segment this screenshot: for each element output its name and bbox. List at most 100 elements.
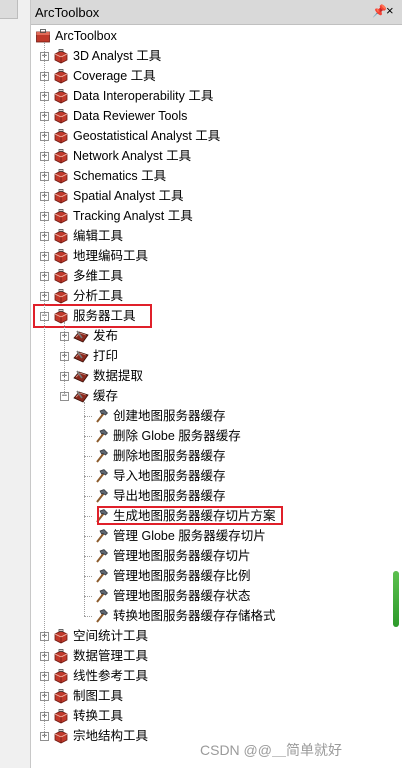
tree-item-label: 线性参考工具 [73, 669, 149, 683]
highlight-box-tiling-scheme [97, 506, 283, 525]
tree-item-toolbox[interactable]: +3D Analyst 工具 [31, 46, 386, 66]
toolbox-icon [53, 248, 69, 264]
tree-connector-line [84, 496, 92, 497]
tree-item-toolbox[interactable]: + Tracking Analyst 工具 [31, 206, 386, 226]
left-dock-strip [0, 0, 31, 768]
tree-item-toolbox[interactable]: + 制图工具 [31, 686, 386, 706]
tree-item-label: 地理编码工具 [73, 249, 149, 263]
tree-item-label: 发布 [93, 329, 119, 343]
tree-connector-line [84, 516, 92, 517]
toolbox-icon [35, 28, 51, 44]
tree-connector-line [84, 576, 92, 577]
tree-item-label: 分析工具 [73, 289, 124, 303]
tree-item-label: Tracking Analyst 工具 [73, 209, 193, 223]
tree-item-label: 转换地图服务器缓存存储格式 [113, 609, 276, 623]
tree-item-label: Data Interoperability 工具 [73, 89, 214, 103]
tree-connector-line [84, 616, 92, 617]
vertical-scrollbar[interactable] [391, 25, 402, 768]
tree-item-label: 多维工具 [73, 269, 124, 283]
close-icon[interactable]: × [386, 3, 394, 18]
toolbox-icon [53, 128, 69, 144]
tree-connector-line [84, 416, 92, 417]
tree-item-label: 管理地图服务器缓存比例 [113, 569, 251, 583]
tree-item-toolbox[interactable]: + 编辑工具 [31, 226, 386, 246]
tree-item-label: 打印 [93, 349, 119, 363]
tree-connector-line [84, 402, 85, 616]
tree-item-label: 导入地图服务器缓存 [113, 469, 226, 483]
tree-item-toolbox[interactable]: + Geostatistical Analyst 工具 [31, 126, 386, 146]
toolbox-icon [53, 208, 69, 224]
toolbox-icon [53, 228, 69, 244]
hammer-tool-icon [93, 468, 109, 484]
toolbox-icon [53, 188, 69, 204]
watermark-text: CSDN @@＿简单就好 [200, 742, 342, 758]
toolbox-icon [53, 168, 69, 184]
toolbox-icon [53, 668, 69, 684]
hammer-tool-icon [93, 608, 109, 624]
tree-item-label: 缓存 [93, 389, 119, 403]
tree-item-label: Spatial Analyst 工具 [73, 189, 184, 203]
tree-item-toolbox[interactable]: + 空间统计工具 [31, 626, 386, 646]
tree-item-toolbox[interactable]: + Spatial Analyst 工具 [31, 186, 386, 206]
tree-item-toolbox[interactable]: + Data Reviewer Tools [31, 106, 386, 126]
tree-item-label: 删除地图服务器缓存 [113, 449, 226, 463]
tree-connector-line [84, 536, 92, 537]
tree-item-toolbox[interactable]: + Coverage 工具 [31, 66, 386, 86]
hammer-tool-icon [93, 488, 109, 504]
toolbox-icon [53, 708, 69, 724]
tree-item-toolbox[interactable]: + 线性参考工具 [31, 666, 386, 686]
toolbox-icon [53, 48, 69, 64]
hammer-tool-icon [93, 548, 109, 564]
tree-item-toolbox[interactable]: + Schematics 工具 [31, 166, 386, 186]
tree-item-label: 管理 Globe 服务器缓存切片 [113, 529, 266, 543]
tree-item-label: 创建地图服务器缓存 [113, 409, 226, 423]
tree-item-toolbox[interactable]: + 多维工具 [31, 266, 386, 286]
panel-title: ArcToolbox [35, 5, 100, 20]
toolbox-icon [53, 688, 69, 704]
tree-item-label: Data Reviewer Tools [73, 109, 188, 123]
hammer-tool-icon [93, 408, 109, 424]
toolbox-tree: ArcToolbox +3D Analyst 工具 + Coverage 工具 + Dat… [31, 25, 391, 768]
tree-item-toolset[interactable]: + 打印 [31, 346, 386, 366]
toolbox-icon [53, 268, 69, 284]
hammer-tool-icon [93, 448, 109, 464]
hammer-tool-icon [93, 588, 109, 604]
tree-item-label: Geostatistical Analyst 工具 [73, 129, 221, 143]
tree-item-toolbox[interactable]: + Network Analyst 工具 [31, 146, 386, 166]
tree-item-toolbox[interactable]: + 转换工具 [31, 706, 386, 726]
tree-item-label: Schematics 工具 [73, 169, 167, 183]
tree-item-toolset[interactable]: + 数据提取 [31, 366, 386, 386]
hammer-tool-icon [93, 428, 109, 444]
tree-item-toolbox[interactable]: + Data Interoperability 工具 [31, 86, 386, 106]
tree-item-toolbox[interactable]: + 数据管理工具 [31, 646, 386, 666]
tree-item-label: 制图工具 [73, 689, 124, 703]
tree-item-label: 编辑工具 [73, 229, 124, 243]
tree-item-label: 管理地图服务器缓存状态 [113, 589, 251, 603]
tree-item-toolbox[interactable]: + 分析工具 [31, 286, 386, 306]
tree-item-toolset[interactable]: + 发布 [31, 326, 386, 346]
tree-connector-line [84, 476, 92, 477]
tree-item-label: 导出地图服务器缓存 [113, 489, 226, 503]
tree-connector-line [84, 556, 92, 557]
toolset-icon [73, 328, 89, 344]
tree-item-label: 管理地图服务器缓存切片 [113, 549, 251, 563]
tree-item-toolbox[interactable]: + 地理编码工具 [31, 246, 386, 266]
tree-connector-line [64, 322, 65, 396]
tree-connector-line [84, 596, 92, 597]
tree-item-label: 删除 Globe 服务器缓存 [113, 429, 241, 443]
toolset-icon [73, 348, 89, 364]
pin-icon[interactable]: 📌 [372, 4, 387, 18]
tree-connector-line [84, 456, 92, 457]
toolbox-icon [53, 288, 69, 304]
arctoolbox-panel: ArcToolbox 📌 × ArcToolbox +3D Analyst 工具 +… [31, 0, 402, 768]
toolset-icon [73, 388, 89, 404]
tree-item-arctoolbox[interactable]: ArcToolbox [31, 26, 386, 46]
scrollbar-thumb[interactable] [393, 571, 399, 627]
tree-item-label: 3D Analyst 工具 [73, 49, 162, 63]
dock-tab[interactable] [0, 0, 18, 19]
tree-item-label: Coverage 工具 [73, 69, 156, 83]
toolbox-icon [53, 728, 69, 744]
toolbox-icon [53, 108, 69, 124]
tree-item-label: ArcToolbox [55, 29, 117, 43]
tree-item-label: 宗地结构工具 [73, 729, 149, 743]
